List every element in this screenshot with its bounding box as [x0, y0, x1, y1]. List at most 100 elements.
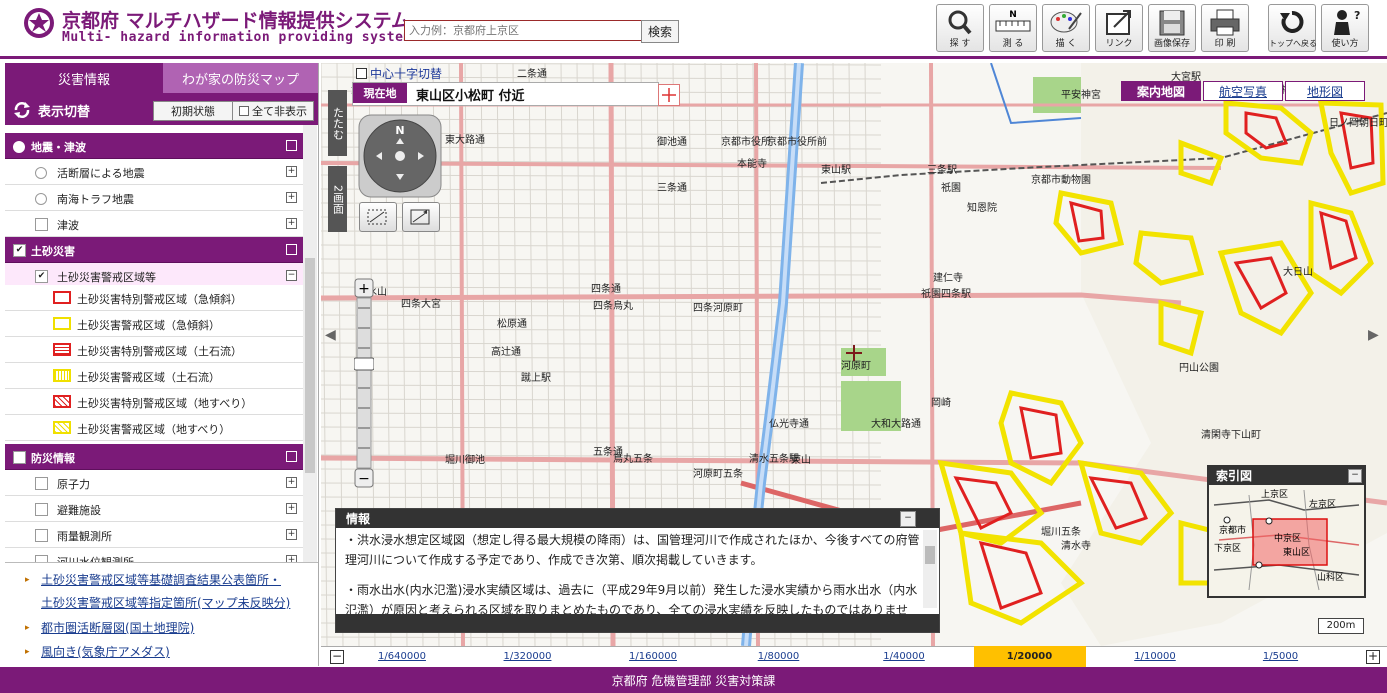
layer-item[interactable]: 活断層による地震 + — [5, 159, 303, 185]
zoom-slider-handle[interactable] — [354, 357, 374, 371]
checkbox-icon[interactable] — [35, 555, 48, 562]
layer-label: 避難施設 — [57, 504, 101, 517]
tool-label: 使い方 — [1331, 39, 1359, 49]
compass-pan-control[interactable]: N — [358, 114, 442, 198]
basemap-aerial-photo[interactable]: 航空写真 — [1203, 81, 1283, 101]
save-image-tool-button[interactable]: 画像保存 — [1148, 4, 1196, 52]
expand-icon[interactable]: − — [286, 270, 297, 281]
center-cross-label: 中心十字切替 — [370, 67, 443, 81]
expand-icon[interactable]: + — [286, 477, 297, 488]
zoom-in-button[interactable]: + — [1366, 650, 1380, 664]
draw-tool-button[interactable]: 描 く — [1042, 4, 1090, 52]
legend-swatch-icon — [53, 369, 71, 382]
search-button[interactable]: 検索 — [641, 20, 679, 43]
checkbox-icon[interactable] — [35, 529, 48, 542]
zoom-slider[interactable]: + − — [354, 278, 374, 488]
link-designated-areas[interactable]: 土砂災害警戒区域等指定箇所(マップ未反映分) — [41, 594, 290, 611]
scale-option[interactable]: 1/640000 — [346, 646, 458, 667]
link-wind-amedas[interactable]: 風向き(気象庁アメダス) — [41, 643, 170, 660]
index-map[interactable]: 上京区 左京区 京都市 中京区 東山区 下京区 山科区 — [1209, 485, 1364, 596]
reset-layers-button[interactable]: 初期状態 — [153, 101, 233, 121]
link-survey-results[interactable]: 土砂災害警戒区域等基礎調査結果公表箇所・ — [41, 571, 281, 588]
svg-text:?: ? — [1354, 9, 1360, 22]
link-tool-button[interactable]: リンク — [1095, 4, 1143, 52]
help-button[interactable]: ? 使い方 — [1321, 4, 1369, 52]
checkbox-icon[interactable] — [13, 451, 26, 464]
radio-icon[interactable] — [35, 167, 47, 179]
zoom-box-out-icon[interactable] — [402, 202, 440, 232]
checkbox-icon[interactable]: ✔ — [35, 270, 48, 283]
pan-left-arrow-icon[interactable]: ◀ — [325, 327, 336, 343]
checkbox-icon[interactable]: ✔ — [13, 244, 26, 257]
expand-icon[interactable] — [286, 451, 297, 462]
map-place-label: 二条通 — [517, 67, 547, 80]
pan-right-arrow-icon[interactable]: ▶ — [1368, 327, 1379, 343]
layer-label: 南海トラフ地震 — [57, 193, 134, 206]
basemap-terrain-map[interactable]: 地形図 — [1285, 81, 1365, 101]
legend-swatch-icon — [53, 343, 71, 356]
two-screen-tab[interactable]: 2画面 — [328, 166, 347, 232]
basemap-guide-map[interactable]: 案内地図 — [1121, 81, 1201, 101]
minimize-icon[interactable]: − — [900, 511, 916, 527]
checkbox-icon[interactable] — [35, 477, 48, 490]
map-place-label: 御池通 — [657, 135, 687, 148]
link-active-fault-map[interactable]: 都市圏活断層図(国土地理院) — [41, 619, 194, 636]
layer-item[interactable]: 南海トラフ地震 + — [5, 185, 303, 211]
scale-option[interactable]: 1/5000 — [1225, 646, 1337, 667]
scale-option[interactable]: 1/10000 — [1099, 646, 1211, 667]
search-input[interactable] — [404, 20, 642, 41]
layer-label: 河川水位観測所 — [57, 554, 134, 562]
minimize-icon[interactable]: − — [1348, 469, 1362, 483]
layer-label: 土砂災害 — [31, 245, 75, 258]
back-to-top-button[interactable]: トップへ戻る — [1268, 4, 1317, 52]
map-place-label: 堀川御池 — [445, 453, 485, 466]
print-tool-button[interactable]: 印 刷 — [1201, 4, 1249, 52]
expand-icon[interactable] — [286, 140, 297, 151]
scale-option[interactable]: 1/80000 — [723, 646, 835, 667]
layer-item[interactable]: 津波 + — [5, 211, 303, 237]
zoom-out-button[interactable]: − — [330, 650, 344, 664]
layer-item[interactable]: 河川水位観測所 + — [5, 548, 303, 562]
zoom-minus-icon[interactable]: − — [358, 471, 370, 487]
radio-icon[interactable] — [35, 193, 47, 205]
scale-option[interactable]: 1/160000 — [597, 646, 709, 667]
info-panel-scroll-thumb[interactable] — [925, 546, 935, 564]
scale-option[interactable]: 1/320000 — [472, 646, 584, 667]
fold-panel-tab[interactable]: たたむ — [328, 90, 347, 156]
map-place-label: 東大路通 — [445, 133, 485, 146]
printer-icon — [1210, 9, 1240, 36]
palette-icon — [1050, 11, 1082, 33]
checkbox-icon[interactable] — [35, 503, 48, 516]
scale-option[interactable]: 1/20000 — [973, 646, 1086, 667]
search-tool-button[interactable]: 探 す — [936, 4, 984, 52]
info-panel-scrollbar[interactable] — [923, 530, 937, 608]
layer-item[interactable]: 雨量観測所 + — [5, 522, 303, 548]
expand-icon[interactable]: + — [286, 166, 297, 177]
checkbox-icon[interactable] — [35, 218, 48, 231]
layer-category[interactable]: 防災情報 — [5, 444, 303, 470]
hide-all-layers-button[interactable]: 全て非表示 — [232, 101, 314, 121]
expand-icon[interactable] — [286, 244, 297, 255]
info-panel-footer — [336, 614, 939, 632]
zoom-box-in-icon[interactable] — [359, 202, 397, 232]
expand-icon[interactable]: + — [286, 218, 297, 229]
crosshair-icon[interactable] — [658, 84, 680, 106]
expand-icon[interactable]: + — [286, 503, 297, 514]
layer-list-scroll-thumb[interactable] — [305, 258, 315, 473]
expand-icon[interactable]: + — [286, 529, 297, 540]
radio-icon[interactable] — [13, 141, 25, 153]
measure-tool-button[interactable]: N 測 る — [989, 4, 1037, 52]
layer-category[interactable]: 地震・津波 — [5, 133, 303, 159]
center-cross-toggle[interactable]: 中心十字切替 — [356, 65, 442, 82]
zoom-plus-icon[interactable]: + — [358, 281, 370, 297]
expand-icon[interactable]: + — [286, 192, 297, 203]
layer-category[interactable]: ✔ 土砂災害 — [5, 237, 303, 263]
tab-disaster-info[interactable]: 災害情報 — [5, 63, 163, 93]
expand-icon[interactable]: + — [286, 555, 297, 562]
layer-item[interactable]: 避難施設 + — [5, 496, 303, 522]
scale-option[interactable]: 1/40000 — [848, 646, 960, 667]
tab-home-disaster-map[interactable]: わが家の防災マップ — [163, 63, 318, 93]
layer-item[interactable]: 原子力 + — [5, 470, 303, 496]
map-street — [321, 356, 882, 360]
legend-item: 土砂災害特別警戒区域（地すべり） — [5, 389, 303, 415]
